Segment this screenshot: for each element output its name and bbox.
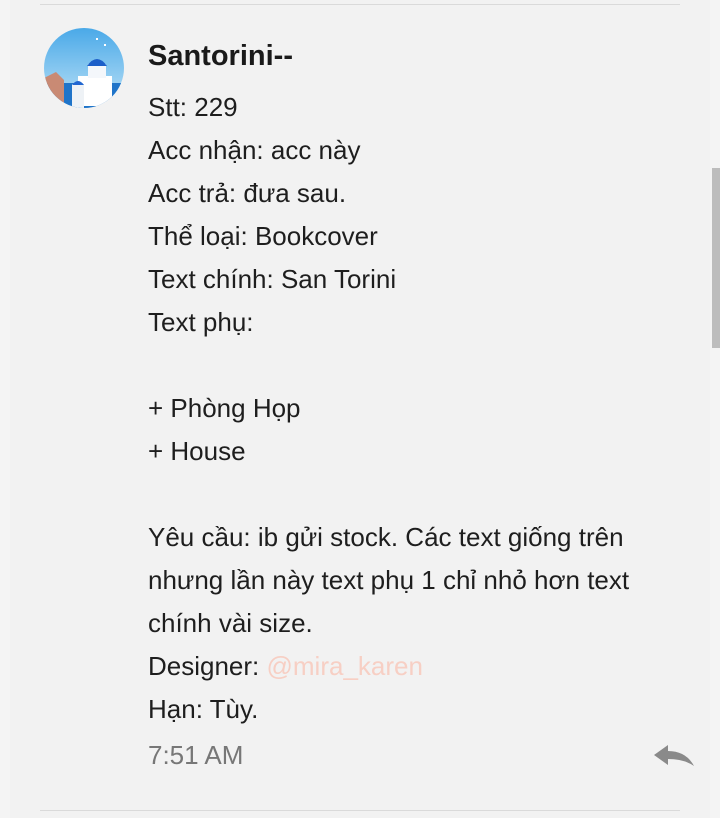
divider-bottom: [40, 810, 680, 811]
message-line-acc-tra: Acc trả: đưa sau.: [148, 178, 347, 208]
message-line-the-loai: Thể loại: Bookcover: [148, 221, 378, 251]
reply-arrow-icon: [654, 745, 694, 766]
message-author[interactable]: Santorini--: [148, 40, 293, 73]
message-line-stt: Stt: 229: [148, 92, 238, 122]
message-line-item1: + Phòng Họp: [148, 393, 301, 423]
message-line-designer: Designer: @mira_karen: [148, 645, 688, 688]
designer-label: Designer:: [148, 651, 267, 681]
message-body: Stt: 229 Acc nhận: acc này Acc trả: đưa …: [148, 86, 688, 731]
message-line-text-phu: Text phụ:: [148, 307, 254, 337]
message-timestamp: 7:51 AM: [148, 740, 244, 770]
message-line-text-chinh: Text chính: San Torini: [148, 264, 397, 294]
avatar[interactable]: [44, 28, 124, 108]
message-card: Santorini-- Stt: 229 Acc nhận: acc này A…: [10, 0, 710, 818]
divider-top: [40, 4, 680, 5]
message-line-acc-nhan: Acc nhận: acc này: [148, 135, 361, 165]
message-line-han: Hạn: Tùy.: [148, 694, 259, 724]
designer-mention-link[interactable]: @mira_karen: [267, 651, 423, 681]
scrollbar[interactable]: [712, 168, 720, 348]
message-line-item2: + House: [148, 436, 246, 466]
message-line-yeu-cau: Yêu cầu: ib gửi stock. Các text giống tr…: [148, 522, 637, 638]
reply-button[interactable]: [652, 742, 696, 772]
santorini-avatar-icon: [44, 28, 124, 108]
